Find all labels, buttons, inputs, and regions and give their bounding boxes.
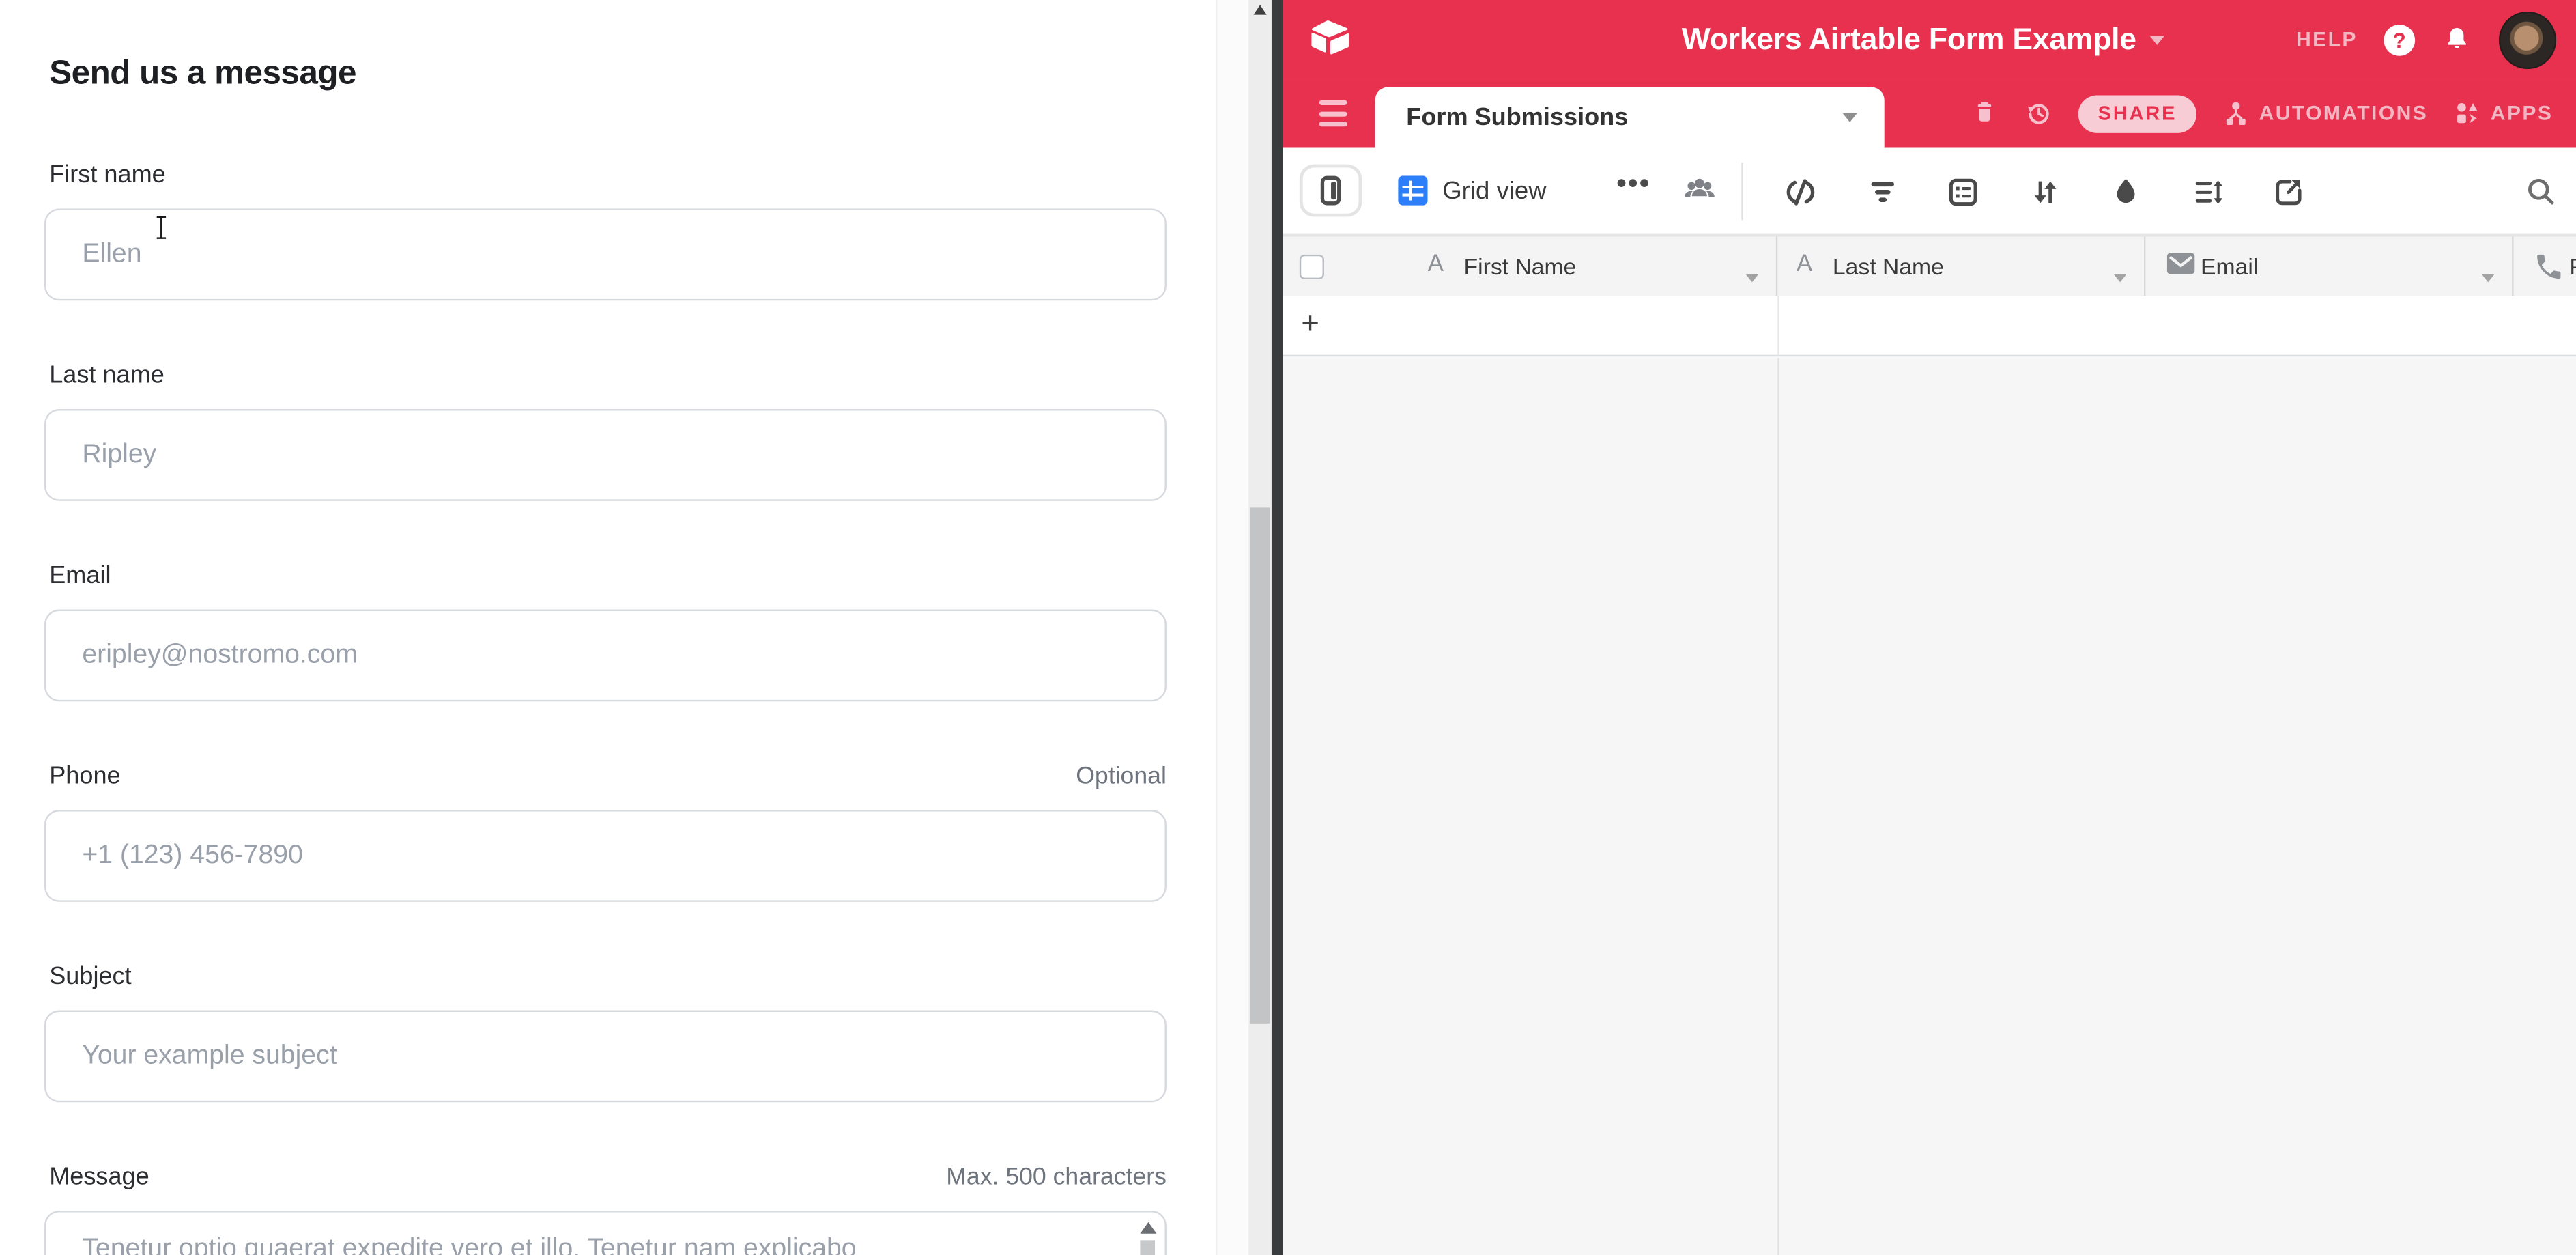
subject-placeholder: Your example subject [82, 1041, 337, 1072]
add-record-plus-icon[interactable]: + [1301, 307, 1319, 343]
message-placeholder: Tenetur optio quaerat expedite vero et i… [82, 1234, 856, 1255]
form-row-email: Email eripley@nostromo.com [0, 562, 1216, 707]
email-field-icon [2164, 251, 2196, 283]
column-caret-icon[interactable] [1744, 262, 1759, 271]
color-icon[interactable] [2108, 173, 2144, 210]
row-height-icon[interactable] [2189, 173, 2225, 210]
column-name: Email [2201, 253, 2258, 279]
textarea-scroll-up-icon[interactable] [1140, 1222, 1156, 1234]
form-heading: Send us a message [49, 54, 356, 94]
toolbar-divider [1741, 163, 1743, 220]
last-name-placeholder: Ripley [82, 440, 156, 471]
sidebar-toggle-icon [1313, 173, 1349, 209]
field-note-message: Max. 500 characters [946, 1165, 1167, 1191]
apps-button[interactable]: APPS [2452, 98, 2553, 128]
hide-fields-icon[interactable] [1782, 173, 1818, 210]
field-note-phone: Optional [1076, 764, 1167, 790]
automations-icon [2221, 98, 2250, 128]
form-row-phone: Phone Optional +1 (123) 456-7890 [0, 762, 1216, 907]
column-header-phone[interactable]: Phone [2514, 236, 2576, 297]
apps-label: APPS [2491, 102, 2553, 125]
field-label-phone: Phone [49, 762, 120, 790]
column-name: First Name [1464, 253, 1577, 279]
phone-placeholder: +1 (123) 456-7890 [82, 841, 303, 872]
airtable-logo-icon[interactable] [1309, 18, 1352, 59]
phone-field-icon [2533, 251, 2564, 283]
share-view-icon[interactable] [2270, 173, 2306, 210]
field-label-email: Email [49, 562, 111, 590]
field-label-subject: Subject [49, 963, 131, 991]
airtable-topbar: Workers Airtable Form Example HELP ? [1283, 0, 2576, 79]
column-name: Phone [2569, 253, 2576, 279]
notifications-bell-icon[interactable] [2442, 24, 2473, 55]
text-field-icon: A [1797, 251, 1812, 277]
tab-caret-icon[interactable] [1842, 112, 1858, 124]
phone-input[interactable]: +1 (123) 456-7890 [44, 810, 1167, 902]
column-caret-icon[interactable] [2112, 262, 2127, 271]
sort-icon[interactable] [2027, 173, 2063, 210]
tab-form-submissions[interactable]: Form Submissions [1375, 87, 1885, 148]
first-name-input[interactable]: Ellen [44, 209, 1167, 301]
textarea-scroll-thumb[interactable] [1140, 1240, 1155, 1255]
help-question-icon[interactable]: ? [2384, 24, 2415, 55]
add-record-row[interactable]: + [1283, 296, 2576, 356]
history-icon[interactable] [2024, 98, 2053, 128]
view-name[interactable]: Grid view [1442, 178, 1546, 206]
form-row-first-name: First name Ellen [0, 161, 1216, 306]
screen: Send us a message First name Ellen Last na… [0, 0, 2576, 1255]
table-tabs-bar: Form Submissions SHARE [1283, 79, 2576, 147]
column-header-last-name[interactable]: A Last Name [1777, 236, 2145, 297]
column-header-first-name[interactable]: A First Name [1283, 236, 1777, 297]
column-header-email[interactable]: Email [2145, 236, 2513, 297]
table-header-row: A First Name A Last Name Email Phone [1283, 235, 2576, 300]
column-caret-icon[interactable] [2480, 262, 2495, 271]
email-placeholder: eripley@nostromo.com [82, 640, 357, 671]
primary-column-divider [1777, 296, 1778, 355]
filter-icon[interactable] [1864, 173, 1900, 210]
grid-view-icon[interactable] [1398, 175, 1427, 205]
sidebar-menu-icon[interactable] [1319, 100, 1347, 126]
toolbar-icon-buttons [1782, 173, 2306, 210]
column-name: Last Name [1833, 253, 1944, 279]
field-label-first-name: First name [49, 161, 166, 189]
field-label-message: Message [49, 1163, 149, 1191]
help-button[interactable]: HELP [2296, 28, 2358, 51]
form-row-subject: Subject Your example subject [0, 963, 1216, 1108]
first-name-placeholder: Ellen [82, 239, 141, 270]
email-input[interactable]: eripley@nostromo.com [44, 610, 1167, 702]
left-pane-scrollbar-thumb[interactable] [1250, 507, 1270, 1023]
group-icon[interactable] [1945, 173, 1981, 210]
last-name-input[interactable]: Ripley [44, 409, 1167, 501]
automations-button[interactable]: AUTOMATIONS [2221, 98, 2428, 128]
tab-label: Form Submissions [1406, 104, 1628, 132]
airtable-pane: Workers Airtable Form Example HELP ? For… [1283, 0, 2576, 1255]
pane-gutter [1216, 0, 1250, 1255]
apps-icon [2452, 98, 2482, 128]
field-label-last-name: Last name [49, 361, 164, 389]
automations-label: AUTOMATIONS [2259, 102, 2429, 125]
text-field-icon: A [1428, 251, 1444, 277]
user-avatar[interactable] [2499, 11, 2556, 68]
view-sidebar-toggle-button[interactable] [1300, 165, 1362, 217]
base-title-caret-icon[interactable] [2149, 33, 2166, 45]
scrollbar-up-arrow-icon[interactable] [1253, 5, 1266, 14]
trash-icon[interactable] [1970, 98, 1999, 128]
view-more-ellipsis[interactable]: ••• [1616, 167, 1650, 200]
base-title[interactable]: Workers Airtable Form Example [1682, 21, 2136, 57]
textarea-scrollbar[interactable] [1140, 1222, 1156, 1255]
subject-input[interactable]: Your example subject [44, 1011, 1167, 1103]
share-button[interactable]: SHARE [2078, 94, 2196, 132]
collaborators-icon[interactable] [1680, 173, 1718, 208]
empty-grid-area [1283, 357, 2576, 1255]
view-toolbar: Grid view ••• [1283, 148, 2576, 236]
form-row-message: Message Max. 500 characters Tenetur optio … [0, 1163, 1216, 1255]
contact-form-pane: Send us a message First name Ellen Last na… [0, 0, 1216, 1255]
primary-column-divider [1777, 357, 1778, 1255]
message-textarea[interactable]: Tenetur optio quaerat expedite vero et i… [44, 1211, 1167, 1255]
window-divider[interactable] [1272, 0, 1283, 1255]
search-icon[interactable] [2523, 174, 2558, 209]
text-cursor-ibeam [151, 214, 171, 242]
form-row-last-name: Last name Ripley [0, 361, 1216, 506]
